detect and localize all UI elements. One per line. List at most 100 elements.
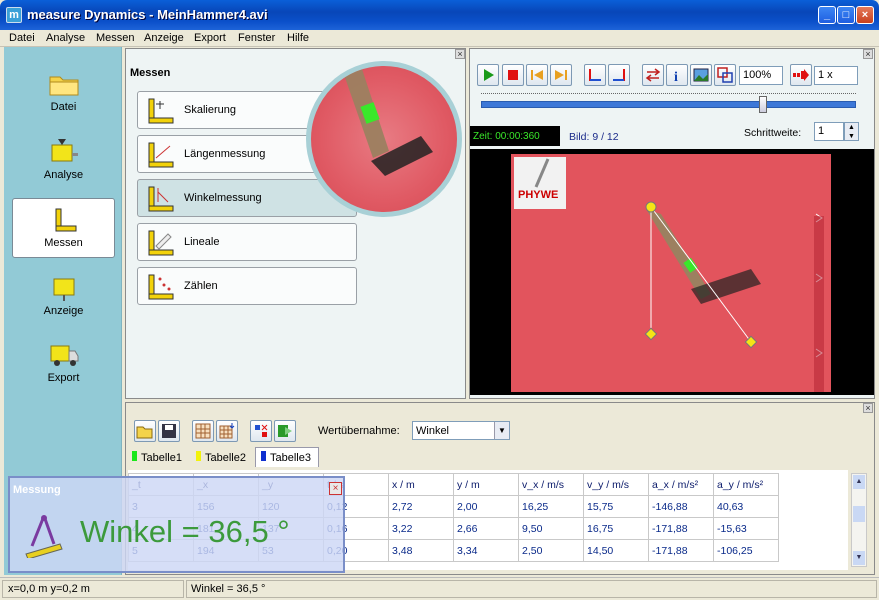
compass-icon — [25, 515, 63, 558]
save-button[interactable] — [158, 420, 180, 442]
speed-arrow-icon — [793, 69, 809, 81]
app-icon: m — [6, 7, 22, 23]
mark-end-icon — [613, 69, 625, 81]
status-measure: Winkel = 36,5 ° — [191, 583, 266, 595]
messen-icon — [55, 208, 76, 232]
sidebar-item-messen[interactable]: Messen — [12, 198, 115, 258]
chevron-down-icon[interactable]: ▼ — [494, 422, 509, 439]
count-icon — [148, 274, 174, 300]
zaehlen-button[interactable]: Zählen — [137, 267, 357, 305]
skip-forward-icon — [555, 70, 567, 80]
info-button[interactable]: i — [666, 64, 688, 86]
length-icon — [148, 142, 174, 168]
export-data-button[interactable] — [274, 420, 296, 442]
mark-start-button[interactable] — [584, 64, 606, 86]
info-icon: i — [674, 70, 678, 85]
menu-anzeige[interactable]: Anzeige — [144, 32, 184, 44]
speed-button[interactable] — [790, 64, 812, 86]
overlay-value: Winkel = 36,5 ° — [80, 514, 290, 549]
sidebar-item-export[interactable]: Export — [12, 334, 115, 394]
scroll-thumb[interactable] — [853, 506, 865, 522]
magnified-hammer — [341, 66, 433, 176]
video-image: PHYWE — [511, 154, 831, 392]
step-label: Schrittweite: — [744, 127, 802, 139]
sidebar-item-label: Messen — [44, 237, 83, 249]
status-bar: x=0,0 m y=0,2 m Winkel = 36,5 ° — [0, 577, 879, 600]
scroll-up-icon[interactable]: ▲ — [853, 475, 865, 489]
menu-bar: Datei Analyse Messen Anzeige Export Fens… — [0, 30, 879, 47]
export-data-icon — [278, 425, 292, 437]
slider-ticks — [481, 93, 856, 95]
minimize-button[interactable]: _ — [818, 6, 836, 24]
swap-button[interactable] — [642, 64, 664, 86]
menu-datei[interactable]: Datei — [9, 32, 35, 44]
tab-tabelle1[interactable]: Tabelle1 — [132, 451, 182, 464]
first-frame-button[interactable] — [526, 64, 548, 86]
sidebar-item-label: Analyse — [43, 169, 84, 181]
table-insert-button[interactable] — [216, 420, 238, 442]
zoom-frame-icon — [717, 67, 733, 83]
save-icon — [162, 424, 176, 438]
truck-icon — [50, 345, 78, 366]
panel-close-icon[interactable]: × — [863, 403, 873, 413]
sidebar-item-label: Anzeige — [43, 305, 84, 317]
overlay-close-icon[interactable]: × — [329, 482, 342, 495]
image-button[interactable] — [690, 64, 712, 86]
play-icon — [484, 69, 494, 81]
open-button[interactable] — [134, 420, 156, 442]
menu-analyse[interactable]: Analyse — [46, 32, 85, 44]
messen-panel-title: Messen — [130, 67, 171, 79]
frame-slider[interactable] — [481, 101, 856, 108]
menu-export[interactable]: Export — [194, 32, 226, 44]
sidebar-item-analyse[interactable]: Analyse — [12, 131, 115, 191]
window-title: measure Dynamics - MeinHammer4.avi — [27, 7, 268, 22]
display-icon — [53, 278, 74, 301]
zoom-frame-button[interactable] — [714, 64, 736, 86]
last-frame-button[interactable] — [550, 64, 572, 86]
magnifier-lens — [306, 61, 462, 217]
skip-back-icon — [531, 70, 543, 80]
table-scrollbar[interactable]: ▲ ▼ — [851, 473, 867, 567]
menu-hilfe[interactable]: Hilfe — [287, 32, 309, 44]
time-display: Zeit: 00:00:360 — [470, 126, 560, 146]
play-button[interactable] — [477, 64, 499, 86]
status-coords: x=0,0 m y=0,2 m — [8, 583, 90, 595]
messung-overlay[interactable]: Messung × Winkel = 36,5 ° — [8, 476, 345, 573]
scale-icon — [148, 98, 174, 124]
title-bar: m measure Dynamics - MeinHammer4.avi _ □… — [0, 0, 879, 30]
menu-fenster[interactable]: Fenster — [238, 32, 275, 44]
overlay-title: Messung — [13, 484, 61, 496]
mark-end-button[interactable] — [608, 64, 630, 86]
delete-values-button[interactable] — [250, 420, 272, 442]
frame-display: Bild: 9 / 12 — [569, 131, 619, 143]
wertuebernahme-label: Wertübernahme: — [318, 425, 400, 437]
table-icon — [195, 423, 211, 439]
sidebar-item-datei[interactable]: Datei — [12, 63, 115, 123]
menu-messen[interactable]: Messen — [96, 32, 135, 44]
panel-close-icon[interactable]: × — [863, 49, 873, 59]
scroll-down-icon[interactable]: ▼ — [853, 551, 865, 565]
wertuebernahme-select[interactable]: Winkel ▼ — [412, 421, 510, 440]
lineale-button[interactable]: Lineale — [137, 223, 357, 261]
angle-icon — [148, 186, 174, 212]
delete-values-icon — [255, 424, 268, 437]
speed-input[interactable]: 1 x — [814, 66, 858, 85]
close-button[interactable]: × — [856, 6, 874, 24]
step-input[interactable]: 1 — [814, 122, 844, 141]
step-spinner[interactable]: ▲ ▼ — [844, 122, 859, 141]
table-insert-icon — [219, 423, 235, 439]
table-button[interactable] — [192, 420, 214, 442]
swap-icon — [645, 68, 661, 82]
panel-close-icon[interactable]: × — [455, 49, 465, 59]
sidebar-item-label: Export — [47, 372, 80, 384]
frame-slider-thumb[interactable] — [759, 96, 767, 113]
tab-tabelle2[interactable]: Tabelle2 — [196, 451, 246, 464]
image-icon — [693, 68, 709, 82]
maximize-button[interactable]: □ — [837, 6, 855, 24]
stop-button[interactable] — [502, 64, 524, 86]
zoom-input[interactable]: 100% — [739, 66, 783, 85]
stop-icon — [508, 70, 518, 80]
sidebar-item-anzeige[interactable]: Anzeige — [12, 267, 115, 327]
svg-text:i: i — [674, 70, 678, 85]
tab-tabelle3[interactable]: Tabelle3 — [255, 447, 319, 467]
